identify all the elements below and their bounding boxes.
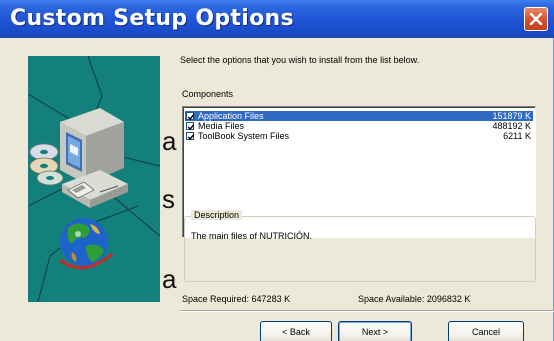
- setup-artwork: [28, 56, 160, 302]
- component-size: 151879 K: [492, 111, 531, 121]
- component-row-media-files[interactable]: Media Files 488192 K: [185, 121, 533, 131]
- main-content: Select the options that you wish to inst…: [180, 38, 554, 341]
- cd-discs-icon: [29, 143, 64, 186]
- close-icon: [529, 12, 543, 26]
- component-name: Application Files: [198, 111, 264, 121]
- space-available: Space Available: 2096832 K: [358, 294, 471, 304]
- space-required: Space Required: 647283 K: [182, 294, 291, 304]
- computer-icon: [60, 108, 128, 208]
- media-files-checkbox[interactable]: [186, 122, 195, 131]
- instructions-text: Select the options that you wish to inst…: [180, 55, 420, 65]
- component-size: 488192 K: [492, 121, 531, 131]
- background-letter: a: [162, 126, 177, 156]
- next-button[interactable]: Next >: [338, 321, 412, 341]
- check-icon: [187, 124, 195, 131]
- application-files-checkbox[interactable]: [186, 112, 195, 121]
- component-row-application-files[interactable]: Application Files 151879 K: [185, 111, 533, 121]
- close-button[interactable]: [524, 7, 548, 31]
- toolbook-system-files-checkbox[interactable]: [186, 132, 195, 141]
- component-name: Media Files: [198, 121, 245, 131]
- description-group: Description The main files of NUTRICIÓN.: [184, 210, 536, 282]
- cancel-button[interactable]: Cancel: [448, 321, 524, 341]
- computer-globe-illustration: [28, 56, 160, 302]
- separator: [180, 310, 554, 312]
- title-bar[interactable]: Custom Setup Options: [0, 0, 554, 38]
- check-icon: [187, 134, 195, 141]
- check-icon: [187, 114, 195, 121]
- background-letter: s: [162, 184, 175, 214]
- description-text: The main files of NUTRICIÓN.: [191, 231, 313, 241]
- custom-setup-dialog: Custom Setup Options Select the options …: [0, 0, 554, 341]
- screen: Custom Setup Options Select the options …: [0, 0, 554, 341]
- description-label: Description: [191, 210, 243, 220]
- window-title: Custom Setup Options: [10, 6, 294, 31]
- back-button[interactable]: < Back: [260, 321, 332, 341]
- component-row-toolbook-system-files[interactable]: ToolBook System Files 6211 K: [185, 131, 533, 141]
- components-label: Components: [182, 89, 234, 99]
- component-size: 6211 K: [503, 131, 531, 141]
- globe-icon: [59, 218, 113, 270]
- background-letter: a: [162, 264, 177, 294]
- component-name: ToolBook System Files: [198, 131, 290, 141]
